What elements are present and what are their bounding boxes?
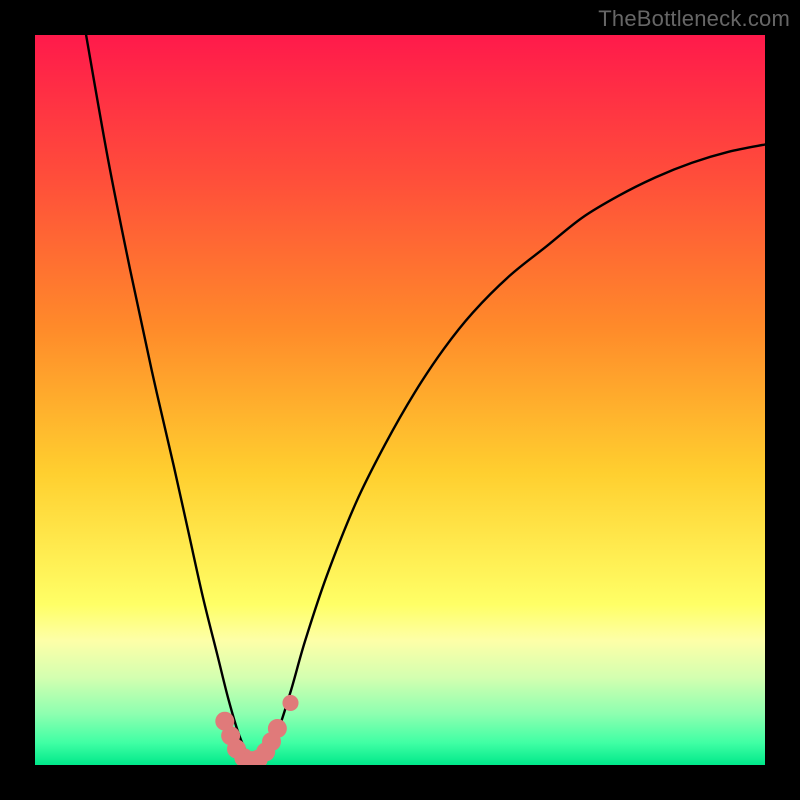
marker-dot (268, 719, 287, 738)
gradient-background (35, 35, 765, 765)
chart-frame: TheBottleneck.com (0, 0, 800, 800)
watermark-text: TheBottleneck.com (598, 6, 790, 32)
plot-area (35, 35, 765, 765)
chart-svg (35, 35, 765, 765)
marker-dot (282, 695, 298, 711)
